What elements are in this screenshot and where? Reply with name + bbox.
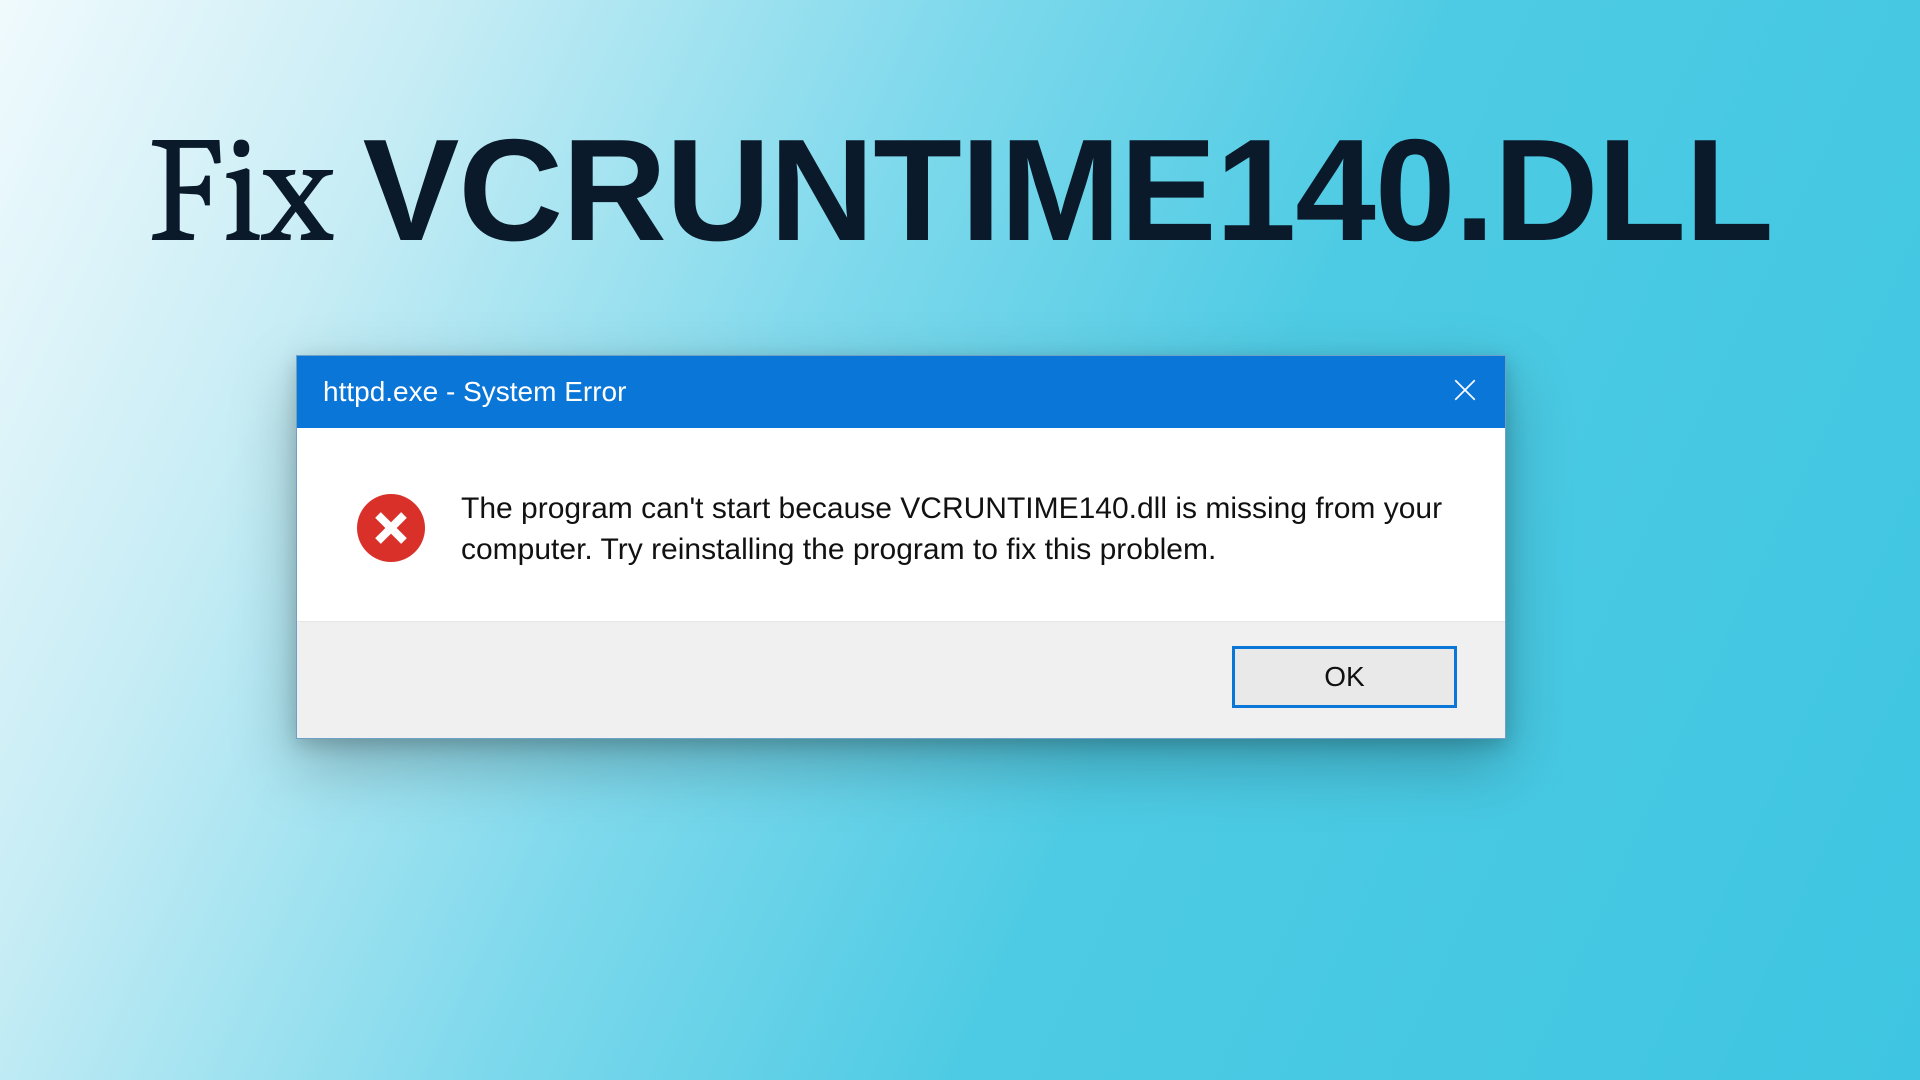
error-dialog: httpd.exe - System Error The program can… bbox=[296, 355, 1506, 739]
close-icon bbox=[1452, 377, 1478, 408]
dialog-button-row: OK bbox=[297, 621, 1505, 738]
heading-bold: VCRUNTIME140.DLL bbox=[363, 109, 1773, 271]
error-icon bbox=[355, 492, 427, 564]
ok-button[interactable]: OK bbox=[1232, 646, 1457, 708]
dialog-titlebar[interactable]: httpd.exe - System Error bbox=[297, 356, 1505, 428]
page-heading: Fix VCRUNTIME140.DLL bbox=[0, 105, 1920, 278]
heading-prefix: Fix bbox=[147, 105, 362, 278]
dialog-body: The program can't start because VCRUNTIM… bbox=[297, 428, 1505, 621]
close-button[interactable] bbox=[1425, 356, 1505, 428]
dialog-message: The program can't start because VCRUNTIM… bbox=[461, 486, 1457, 571]
dialog-title: httpd.exe - System Error bbox=[323, 376, 626, 408]
